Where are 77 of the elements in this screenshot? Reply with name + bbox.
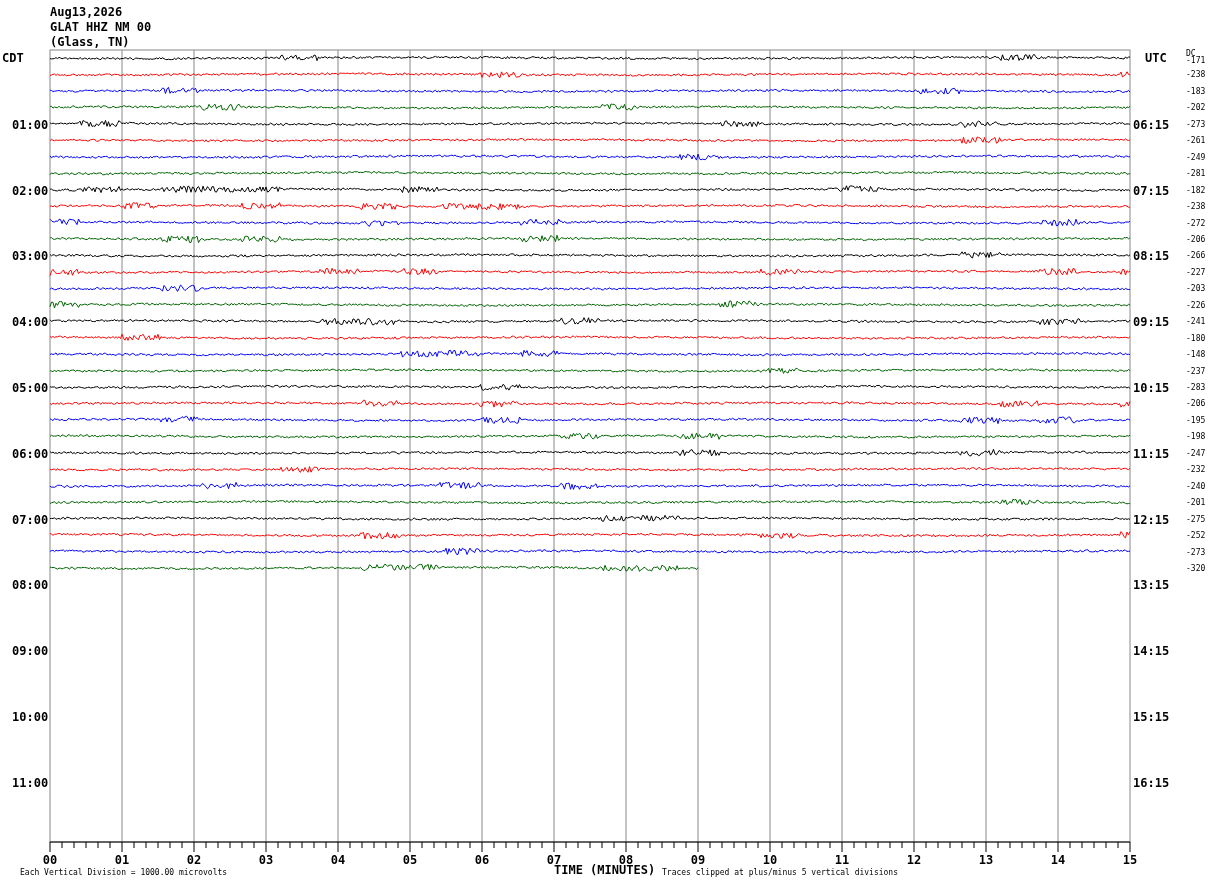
scale-note: Each Vertical Division = 1000.00 microvolts [20, 868, 228, 877]
dc-offset: -237 [1186, 366, 1206, 376]
minute-label: 12 [906, 853, 922, 867]
minute-label: 13 [978, 853, 994, 867]
dc-offset: -266 [1186, 251, 1206, 261]
minute-label: 03 [258, 853, 274, 867]
clip-note: Traces clipped at plus/minus 5 vertical divisions [662, 868, 898, 877]
minute-label: 14 [1050, 853, 1066, 867]
dc-offset: -249 [1186, 152, 1206, 162]
dc-offset: -232 [1186, 465, 1206, 475]
hour-label: 10:00 [12, 710, 49, 724]
dc-offset: -275 [1186, 514, 1206, 524]
dc-offset: -182 [1186, 185, 1206, 195]
hour-label: 05:00 [12, 381, 49, 395]
minute-label: 09 [690, 853, 706, 867]
dc-offset: -206 [1186, 399, 1206, 409]
hour-label: 01:00 [12, 117, 49, 132]
plot-header: Aug13,2026 [50, 5, 123, 19]
hour-label: 11:00 [12, 775, 49, 790]
dc-offset: -273 [1186, 547, 1206, 557]
minute-label: 04 [330, 853, 346, 867]
minute-label: 07 [546, 853, 562, 867]
minute-label: 15 [1122, 853, 1138, 867]
hour-label: 04:00 [12, 315, 49, 330]
dc-offset: -148 [1186, 350, 1206, 360]
hour-label: 15:15 [1133, 710, 1170, 724]
hour-label: 09:00 [12, 644, 49, 659]
hour-label: 11:15 [1133, 446, 1170, 461]
dc-offset: -202 [1186, 103, 1206, 113]
dc-offset: -283 [1186, 383, 1206, 392]
dc-offset: -238 [1186, 202, 1206, 212]
dc-offset: -241 [1186, 317, 1206, 327]
hour-label: 03:00 [12, 249, 49, 264]
dc-offset: -183 [1186, 86, 1206, 96]
dc-offset: -281 [1186, 169, 1206, 179]
minute-label: 05 [402, 853, 418, 867]
dc-offset: -227 [1186, 267, 1206, 277]
hour-label: 08:00 [12, 578, 49, 593]
dc-offset: -171 [1186, 56, 1206, 65]
minute-label: 01 [114, 853, 130, 867]
dc-offset: -272 [1186, 218, 1206, 228]
dc-offset: -320 [1186, 563, 1206, 573]
hour-label: 14:15 [1133, 644, 1170, 659]
dc-offset: -198 [1186, 432, 1206, 442]
dc-header: DC [1186, 49, 1196, 58]
dc-offset: -261 [1186, 136, 1206, 146]
hour-label: 06:15 [1133, 117, 1170, 132]
hour-label: 08:15 [1133, 249, 1170, 264]
time-zone-label: UTC [1145, 51, 1167, 65]
minute-label: 00 [42, 853, 58, 867]
plot-header: (Glass, TN) [50, 35, 130, 49]
plot-header: GLAT HHZ NM 00 [50, 20, 152, 34]
hour-label: 12:15 [1133, 512, 1170, 527]
minute-label: 02 [186, 853, 202, 867]
dc-offset: -206 [1186, 234, 1206, 244]
hour-label: 07:00 [12, 512, 49, 527]
hour-label: 07:15 [1133, 183, 1170, 198]
hour-label: 10:15 [1133, 381, 1170, 395]
hour-label: 13:15 [1133, 578, 1170, 593]
dc-offset: -238 [1186, 70, 1206, 80]
time-zone-label: CDT [2, 51, 24, 65]
hour-label: 06:00 [12, 446, 49, 461]
dc-offset: -180 [1186, 333, 1206, 343]
dc-offset: -273 [1186, 119, 1206, 129]
dc-offset: -240 [1186, 481, 1206, 491]
dc-offset: -252 [1186, 531, 1206, 541]
dc-offset: -226 [1186, 300, 1206, 310]
hour-label: 09:15 [1133, 315, 1170, 330]
minute-label: 06 [474, 853, 490, 867]
hour-label: 02:00 [12, 183, 49, 198]
dc-offset: -201 [1186, 498, 1206, 508]
minute-label: 10 [762, 853, 778, 867]
dc-offset: -247 [1186, 448, 1206, 458]
dc-offset: -203 [1186, 284, 1206, 294]
hour-label: 16:15 [1133, 775, 1170, 790]
dc-offset: -195 [1186, 415, 1206, 425]
minute-label: 11 [834, 853, 850, 867]
